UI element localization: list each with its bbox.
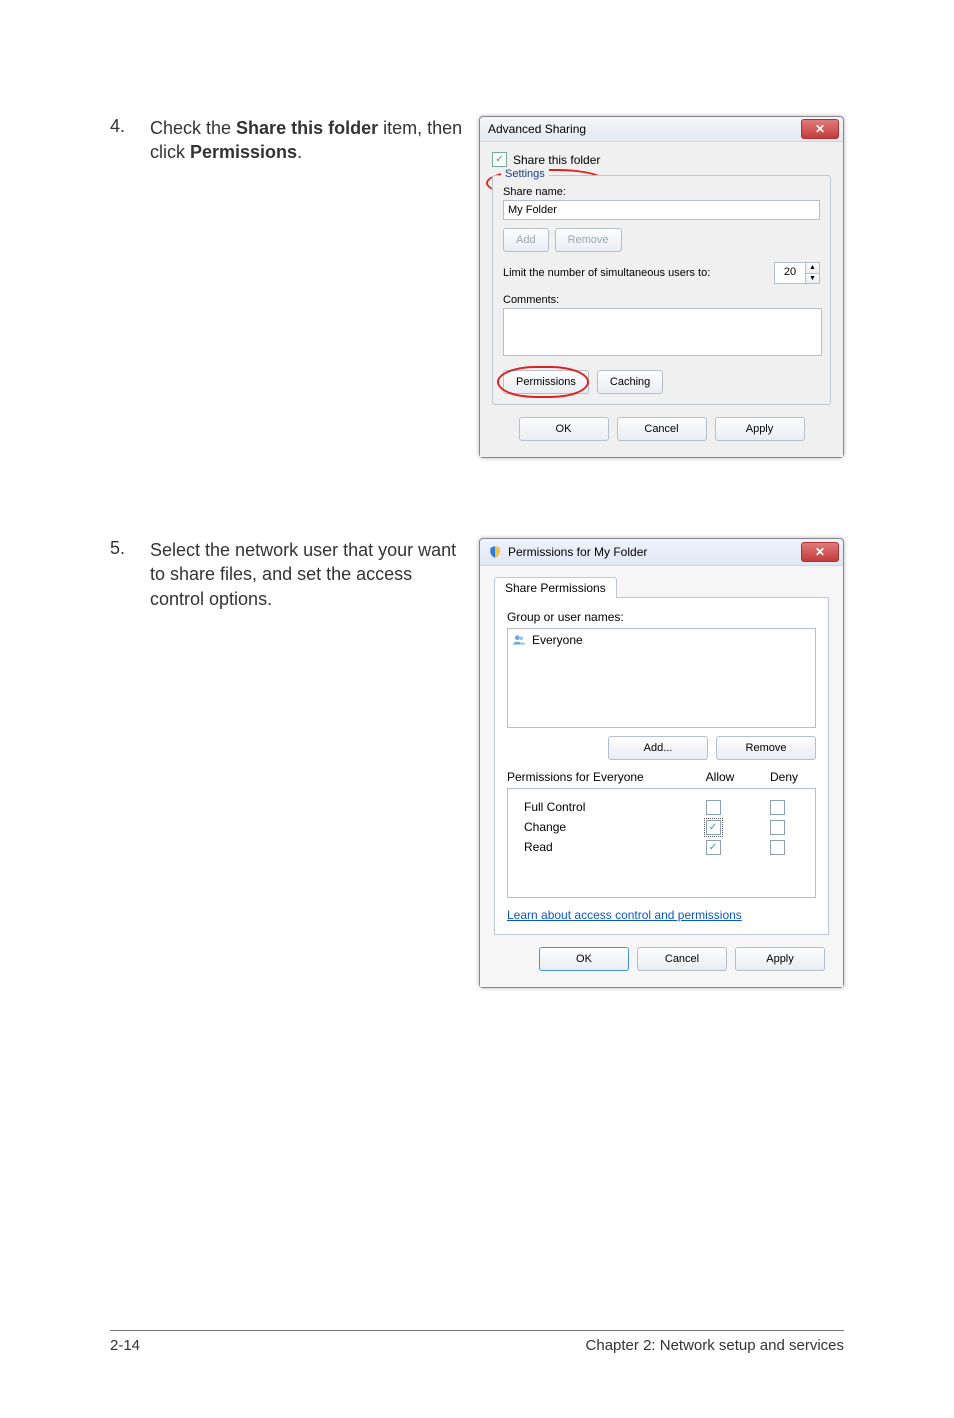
step-5-number: 5. — [110, 538, 150, 559]
table-row: Read ✓ — [514, 837, 809, 857]
add-button[interactable]: Add — [503, 228, 549, 252]
dialog-bottom-buttons: OK Cancel Apply — [494, 935, 829, 975]
close-button[interactable]: ✕ — [801, 119, 839, 139]
tab-panel: Group or user names: Everyone Add... Rem… — [494, 597, 829, 935]
col-deny-header: Deny — [752, 770, 816, 784]
step-4-screenshot: Advanced Sharing ✕ ✓ Share this folder S… — [470, 116, 844, 458]
apply-button[interactable]: Apply — [735, 947, 825, 971]
share-this-folder-checkbox[interactable]: ✓ — [492, 152, 507, 167]
step-4: 4. Check the Share this folder item, the… — [110, 116, 844, 458]
perm-name: Read — [514, 840, 681, 854]
close-icon: ✕ — [815, 122, 825, 136]
perm-name: Change — [514, 820, 681, 834]
list-item-label: Everyone — [532, 633, 583, 647]
share-name-label: Share name: — [503, 186, 820, 198]
full-control-deny-checkbox[interactable] — [770, 800, 785, 815]
step-4-text: Check the Share this folder item, then c… — [150, 116, 470, 165]
spinner-up-icon[interactable]: ▲ — [805, 263, 819, 274]
permissions-button[interactable]: Permissions — [503, 370, 589, 394]
close-icon: ✕ — [815, 545, 825, 559]
page-footer: 2-14 Chapter 2: Network setup and servic… — [110, 1330, 844, 1354]
limit-users-value: 20 — [775, 263, 805, 283]
dialog-body: ✓ Share this folder Settings Share name:… — [480, 142, 843, 457]
read-deny-checkbox[interactable] — [770, 840, 785, 855]
dialog-bottom-buttons: OK Cancel Apply — [492, 405, 831, 445]
permissions-dialog: Permissions for My Folder ✕ Share Permis… — [479, 538, 844, 988]
step-4-end: . — [297, 142, 302, 162]
ok-button[interactable]: OK — [539, 947, 629, 971]
dialog-body: Share Permissions Group or user names: E… — [480, 566, 843, 987]
step-4-number: 4. — [110, 116, 150, 137]
group-user-listbox[interactable]: Everyone — [507, 628, 816, 728]
limit-users-spinner[interactable]: 20 ▲ ▼ — [774, 262, 820, 284]
tab-share-permissions[interactable]: Share Permissions — [494, 577, 617, 598]
permissions-caching-row: Permissions Caching — [503, 370, 820, 394]
comments-label: Comments: — [503, 294, 820, 306]
caching-button[interactable]: Caching — [597, 370, 663, 394]
dialog-titlebar: Advanced Sharing ✕ — [480, 117, 843, 142]
advanced-sharing-dialog: Advanced Sharing ✕ ✓ Share this folder S… — [479, 116, 844, 458]
step-5: 5. Select the network user that your wan… — [110, 538, 844, 988]
read-allow-checkbox[interactable]: ✓ — [706, 840, 721, 855]
page-number: 2-14 — [110, 1337, 140, 1354]
cancel-button[interactable]: Cancel — [617, 417, 707, 441]
cancel-button[interactable]: Cancel — [637, 947, 727, 971]
limit-users-row: Limit the number of simultaneous users t… — [503, 262, 820, 284]
step-4-bold1: Share this folder — [236, 118, 378, 138]
apply-button[interactable]: Apply — [715, 417, 805, 441]
permissions-for-label: Permissions for Everyone — [507, 770, 688, 784]
change-allow-checkbox[interactable]: ✓ — [706, 820, 721, 835]
close-button[interactable]: ✕ — [801, 542, 839, 562]
remove-button[interactable]: Remove — [555, 228, 622, 252]
permissions-list: Full Control Change ✓ — [507, 788, 816, 898]
group-user-label: Group or user names: — [507, 610, 816, 624]
step-5-text: Select the network user that your want t… — [150, 538, 470, 611]
spinner-buttons[interactable]: ▲ ▼ — [805, 263, 819, 283]
step-5-screenshot: Permissions for My Folder ✕ Share Permis… — [470, 538, 844, 988]
permissions-header: Permissions for Everyone Allow Deny — [507, 770, 816, 784]
document-page: 4. Check the Share this folder item, the… — [0, 0, 954, 1418]
settings-groupbox: Settings Share name: Add Remove Limit th… — [492, 175, 831, 405]
step-4-bold2: Permissions — [190, 142, 297, 162]
learn-link[interactable]: Learn about access control and permissio… — [507, 908, 742, 922]
full-control-allow-checkbox[interactable] — [706, 800, 721, 815]
spinner-down-icon[interactable]: ▼ — [805, 274, 819, 284]
dialog-title: Permissions for My Folder — [508, 545, 801, 559]
comments-field[interactable] — [503, 308, 822, 356]
remove-button[interactable]: Remove — [716, 736, 816, 760]
dialog-title: Advanced Sharing — [488, 122, 801, 136]
add-button[interactable]: Add... — [608, 736, 708, 760]
share-this-folder-label: Share this folder — [513, 153, 600, 167]
permissions-table: Permissions for Everyone Allow Deny Full… — [507, 770, 816, 898]
ok-button[interactable]: OK — [519, 417, 609, 441]
table-row: Full Control — [514, 797, 809, 817]
dialog-titlebar: Permissions for My Folder ✕ — [480, 539, 843, 566]
list-item[interactable]: Everyone — [512, 633, 811, 647]
step-4-pre: Check the — [150, 118, 236, 138]
people-icon — [512, 633, 526, 647]
limit-users-label: Limit the number of simultaneous users t… — [503, 267, 766, 279]
shield-icon — [488, 545, 502, 559]
share-name-input[interactable] — [503, 200, 820, 220]
settings-group-title: Settings — [501, 168, 549, 180]
chapter-title: Chapter 2: Network setup and services — [586, 1337, 844, 1354]
change-deny-checkbox[interactable] — [770, 820, 785, 835]
col-allow-header: Allow — [688, 770, 752, 784]
share-this-folder-row: ✓ Share this folder — [492, 152, 831, 167]
table-row: Change ✓ — [514, 817, 809, 837]
perm-name: Full Control — [514, 800, 681, 814]
